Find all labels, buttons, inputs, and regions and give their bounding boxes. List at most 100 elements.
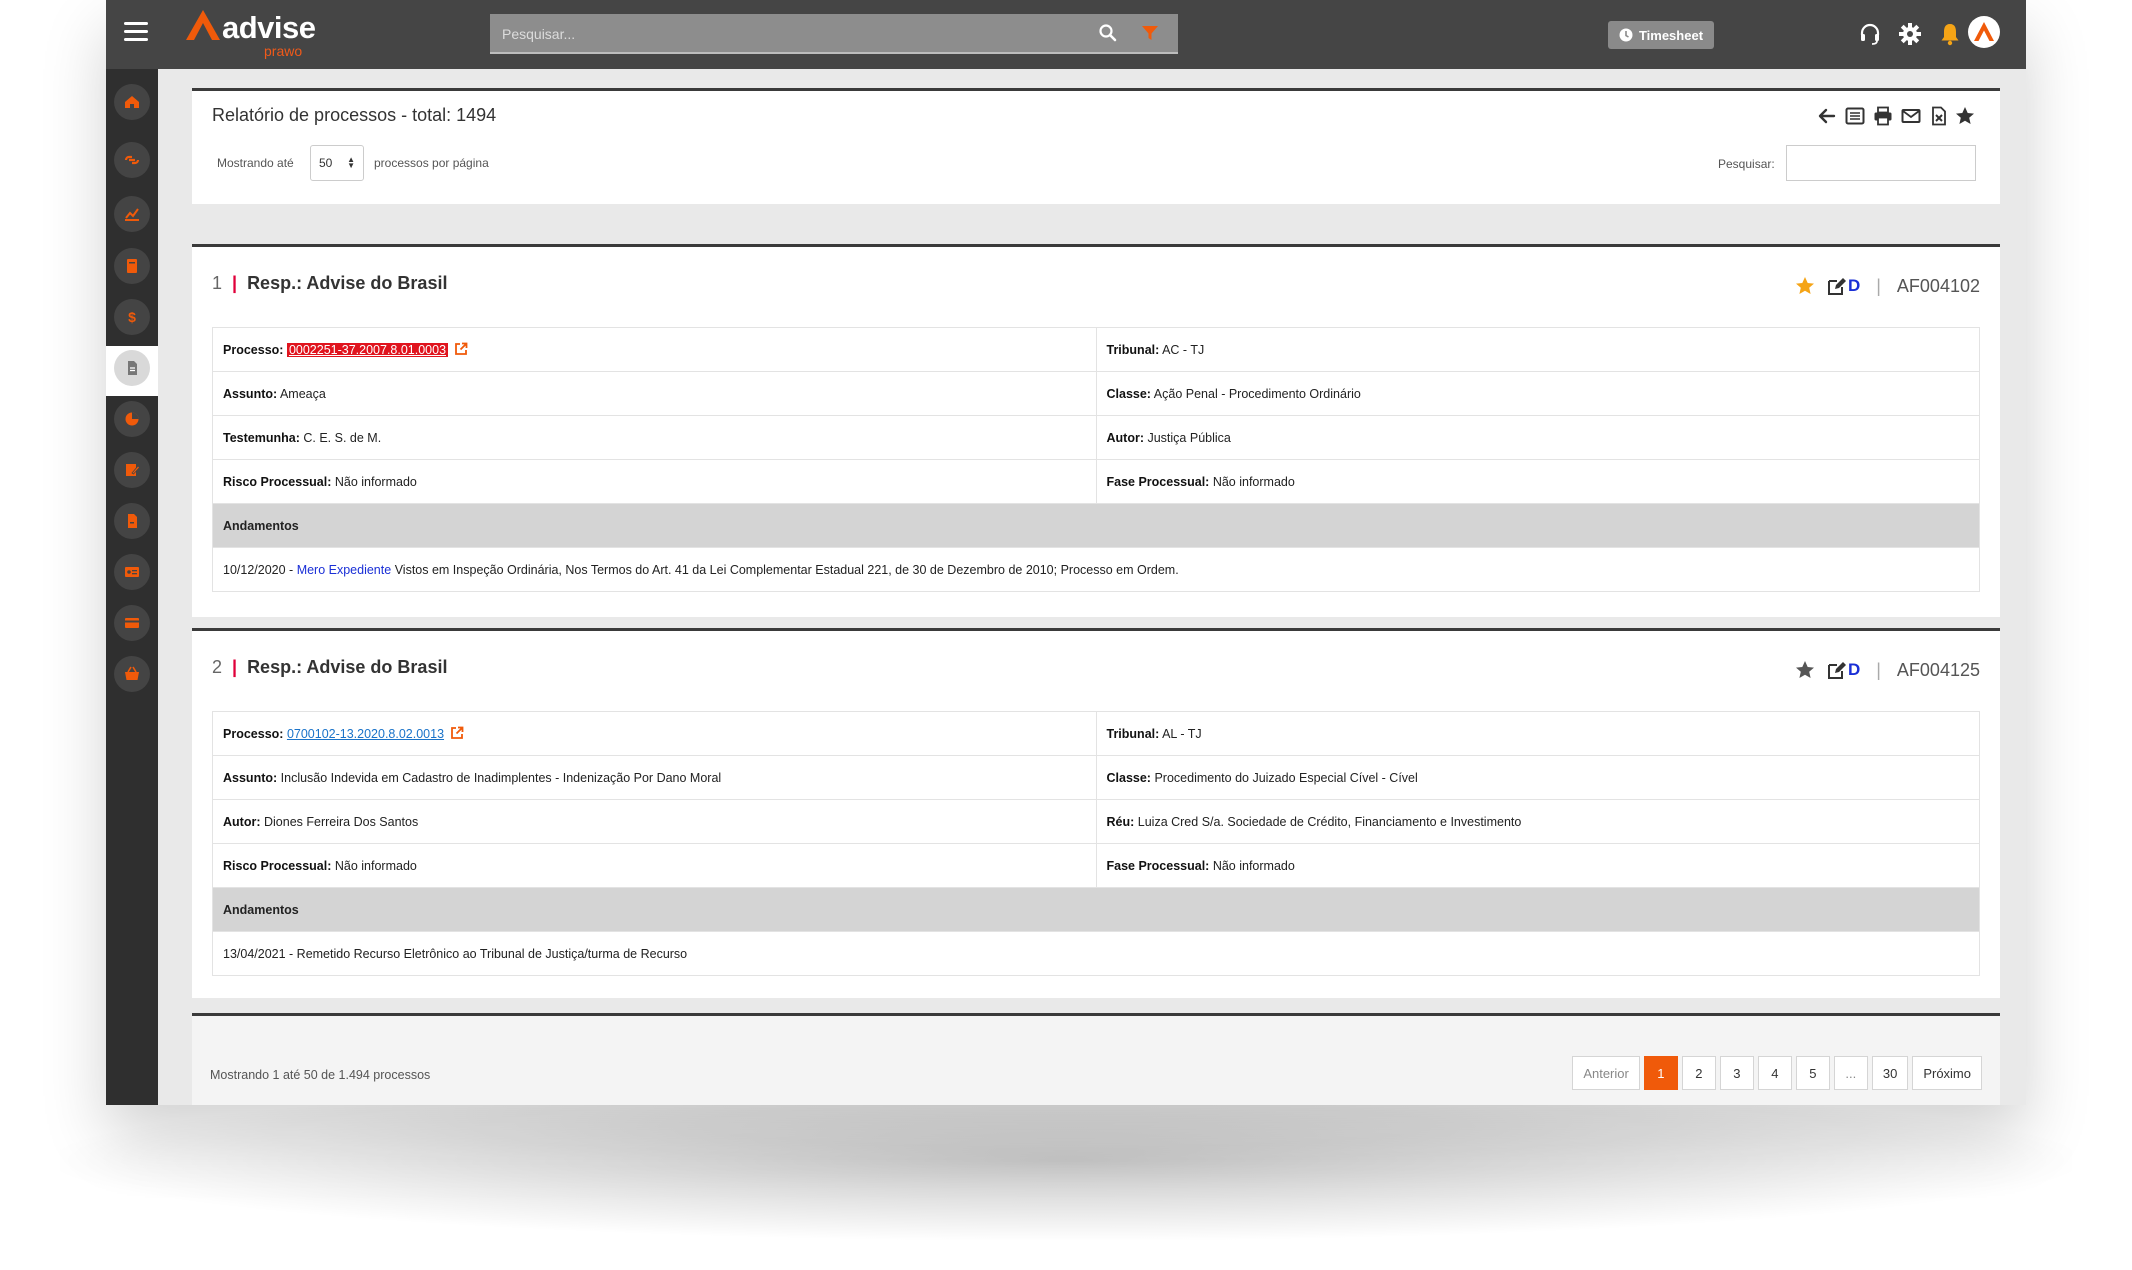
external-link-icon[interactable] <box>450 726 464 740</box>
list-view-icon[interactable] <box>1844 105 1866 127</box>
basket-icon <box>125 666 139 680</box>
global-search-input[interactable] <box>490 14 1104 54</box>
table-row: Autor: Diones Ferreira Dos Santos Réu: L… <box>212 799 1980 844</box>
timesheet-button[interactable]: Timesheet <box>1608 21 1714 49</box>
field-value: Não informado <box>334 858 417 873</box>
table-row: Testemunha: C. E. S. de M. Autor: Justiç… <box>212 415 1980 460</box>
avatar-logo-icon <box>1974 22 1994 41</box>
sidebar: $ <box>106 69 158 1105</box>
report-title: Relatório de processos - total: 1494 <box>212 105 497 125</box>
prev-page-button[interactable]: Anterior <box>1572 1056 1640 1090</box>
edit-button[interactable]: D <box>1826 275 1860 297</box>
section-separator <box>192 998 2000 1013</box>
table-cell: Réu: Luiza Cred S/a. Sociedade de Crédit… <box>1095 799 1980 844</box>
code-separator: | <box>1876 275 1881 296</box>
process-number-link[interactable]: 0700102-13.2020.8.02.0013 <box>287 727 444 741</box>
field-label: Processo: <box>223 727 284 741</box>
page-button-5[interactable]: 5 <box>1795 1056 1830 1090</box>
table-cell: Testemunha: C. E. S. de M. <box>212 415 1097 460</box>
excel-export-icon[interactable] <box>1928 105 1950 127</box>
andamento-row: 10/12/2020 - Mero Expediente Vistos em I… <box>212 547 1980 592</box>
favorite-toggle[interactable] <box>1794 659 1816 681</box>
sidebar-item-id-card[interactable] <box>114 554 150 590</box>
star-filled-icon <box>1795 277 1814 294</box>
sidebar-item-link[interactable] <box>114 142 150 178</box>
process-code: AF004125 <box>1896 659 1980 680</box>
sidebar-item-pie-chart[interactable] <box>114 401 150 437</box>
page-ellipsis: ... <box>1833 1056 1868 1090</box>
page-button-1[interactable]: 1 <box>1643 1056 1678 1090</box>
table-row: Processo: 0700102-13.2020.8.02.0013 Trib… <box>212 711 1980 756</box>
andamentos-header: Andamentos <box>212 503 1980 548</box>
process-code: AF004102 <box>1896 275 1980 296</box>
field-value: Não informado <box>334 474 417 489</box>
link-icon <box>124 155 140 165</box>
global-search <box>490 14 1178 54</box>
favorite-toggle[interactable] <box>1794 275 1816 297</box>
process-card-2: 2 | Resp.: Advise do Brasil D | AF004125 <box>192 628 2000 1001</box>
process-number-link[interactable]: 0002251-37.2007.8.01.0003 <box>286 343 449 357</box>
headset-icon[interactable] <box>1858 22 1882 46</box>
edit-icon <box>1827 662 1846 679</box>
table-cell: Assunto: Inclusão Indevida em Cadastro d… <box>212 755 1097 800</box>
back-arrow-icon[interactable] <box>1816 105 1838 127</box>
andamento-type-link[interactable]: Mero Expediente <box>297 563 392 577</box>
field-value: Ameaça <box>279 386 326 401</box>
section-separator <box>192 204 2000 244</box>
table-row: Risco Processual: Não informado Fase Pro… <box>212 843 1980 888</box>
home-icon <box>125 96 139 108</box>
search-icon[interactable] <box>1098 23 1118 43</box>
page-button-3[interactable]: 3 <box>1719 1056 1754 1090</box>
svg-text:$: $ <box>128 309 136 325</box>
sidebar-item-home[interactable] <box>114 84 150 120</box>
app-window: advise prawo Timesheet <box>106 0 2026 1105</box>
process-card-1: 1 | Resp.: Advise do Brasil D | AF004102 <box>192 244 2000 617</box>
field-label: Classe: <box>1106 770 1151 785</box>
field-value: Não informado <box>1212 474 1295 489</box>
andamento-text: Vistos em Inspeção Ordinária, Nos Termos… <box>394 562 1179 577</box>
sidebar-item-chart[interactable] <box>114 196 150 232</box>
page-button-2[interactable]: 2 <box>1681 1056 1716 1090</box>
table-cell: Fase Processual: Não informado <box>1095 843 1980 888</box>
field-label: Tribunal: <box>1106 342 1160 357</box>
sidebar-item-book[interactable] <box>114 248 150 284</box>
sidebar-item-document[interactable] <box>114 350 150 386</box>
page-button-4[interactable]: 4 <box>1757 1056 1792 1090</box>
field-value: AC - TJ <box>1162 342 1205 357</box>
filter-icon[interactable] <box>1140 23 1160 43</box>
file-icon <box>128 514 137 528</box>
page-size-select[interactable]: 50 ▲ ▼ <box>310 145 364 181</box>
menu-icon[interactable] <box>124 22 148 44</box>
gear-icon[interactable] <box>1898 22 1922 46</box>
external-link-icon[interactable] <box>454 342 468 356</box>
favorite-star-icon[interactable] <box>1954 105 1976 127</box>
d-label: D <box>1847 660 1861 679</box>
user-avatar[interactable] <box>1968 16 2000 48</box>
table-cell: Tribunal: AC - TJ <box>1095 327 1980 372</box>
brand-logo[interactable]: advise prawo <box>186 6 326 62</box>
email-icon[interactable] <box>1900 105 1922 127</box>
next-page-button[interactable]: Próximo <box>1912 1056 1982 1090</box>
logo-mark-icon <box>186 10 220 40</box>
timesheet-label: Timesheet <box>1638 27 1704 43</box>
andamentos-header-row: Andamentos <box>212 887 1980 932</box>
table-cell: Processo: 0700102-13.2020.8.02.0013 <box>212 711 1097 756</box>
field-label: Fase Processual: <box>1106 474 1210 489</box>
process-responsible: Resp.: Advise do Brasil <box>247 657 448 677</box>
pagination-bar: Mostrando 1 até 50 de 1.494 processos An… <box>192 1013 2000 1105</box>
print-icon[interactable] <box>1872 105 1894 127</box>
sidebar-item-dollar[interactable]: $ <box>114 299 150 335</box>
report-search-input[interactable] <box>1786 145 1976 181</box>
sidebar-item-edit-document[interactable] <box>114 452 150 488</box>
bell-icon[interactable] <box>1938 22 1962 46</box>
edit-button[interactable]: D <box>1826 659 1860 681</box>
field-value: Luiza Cred S/a. Sociedade de Crédito, Fi… <box>1137 814 1522 829</box>
sidebar-item-credit-card[interactable] <box>114 605 150 641</box>
process-index: 2 <box>212 657 223 677</box>
brand-name: advise <box>222 10 316 45</box>
d-label: D <box>1847 276 1861 295</box>
sidebar-item-basket[interactable] <box>114 656 150 692</box>
pie-chart-icon <box>125 412 139 426</box>
sidebar-item-file[interactable] <box>114 503 150 539</box>
page-button-30[interactable]: 30 <box>1871 1056 1909 1090</box>
